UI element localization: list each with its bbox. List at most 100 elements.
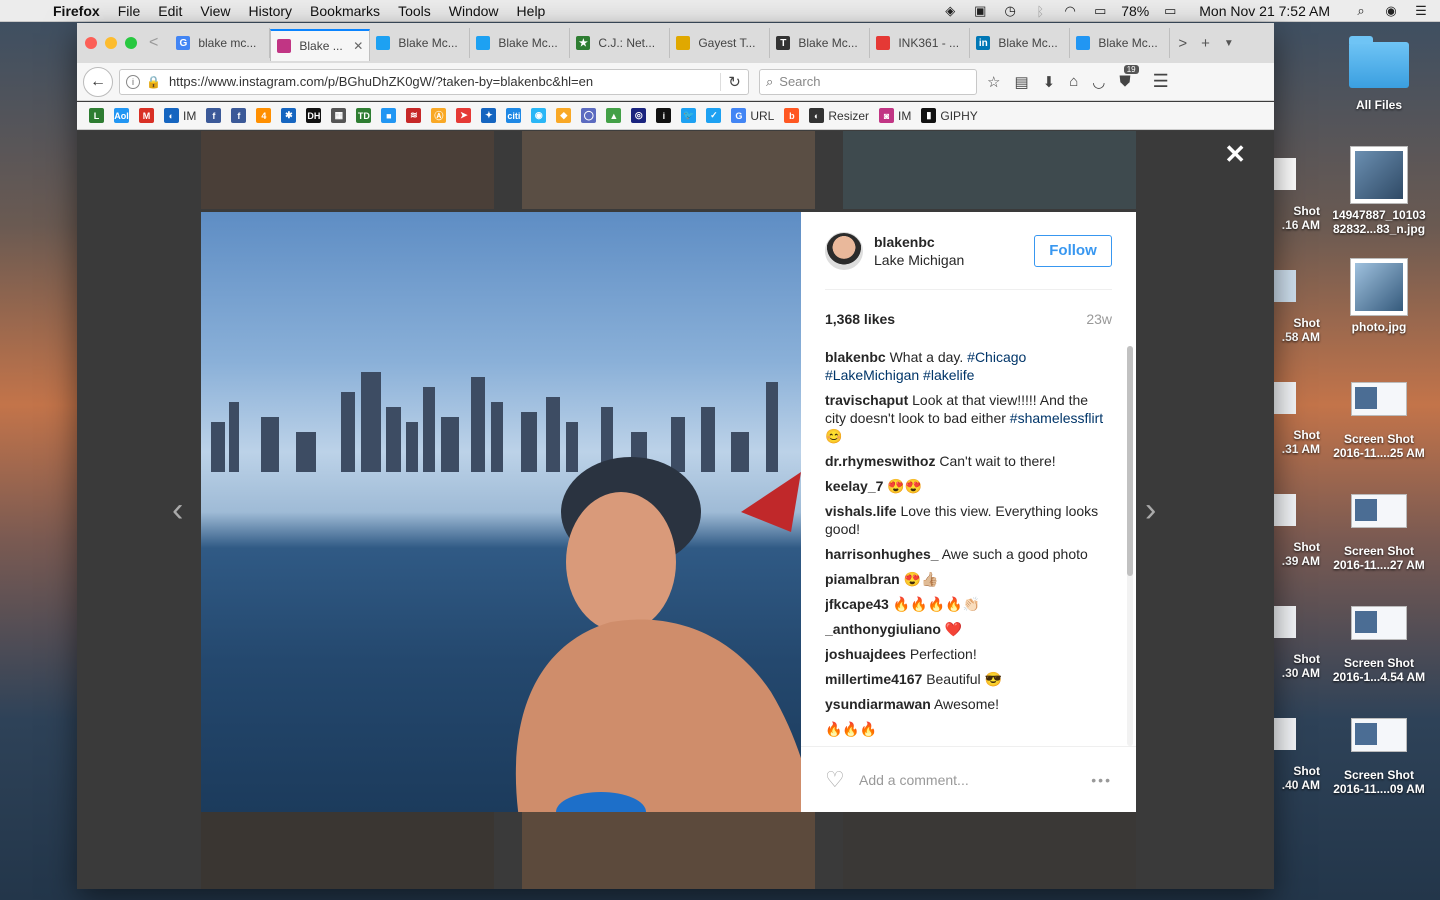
bookmark-item[interactable]: ▦: [331, 108, 347, 123]
bookmark-item[interactable]: L: [89, 108, 104, 123]
bookmark-item[interactable]: Aol: [114, 108, 129, 123]
comment-author[interactable]: blakenbc: [825, 349, 886, 365]
bookmark-item[interactable]: ≋: [406, 108, 422, 123]
bookmark-item[interactable]: citi: [506, 108, 522, 123]
grid-photo[interactable]: [522, 131, 815, 209]
reading-list-icon[interactable]: ▤: [1014, 73, 1028, 91]
desktop-file[interactable]: Screen Shot 2016-11....25 AM: [1324, 370, 1434, 460]
menu-tools[interactable]: Tools: [389, 3, 440, 19]
browser-tab[interactable]: INK361 - ...: [870, 28, 971, 58]
bookmark-item[interactable]: M: [139, 108, 154, 123]
desktop-folder-all-files[interactable]: All Files: [1324, 36, 1434, 112]
scrollbar-thumb[interactable]: [1127, 346, 1133, 576]
comment-author[interactable]: _anthonygiuliano: [825, 621, 941, 637]
bookmark-item[interactable]: G URL: [731, 108, 774, 123]
add-comment-input[interactable]: Add a comment...: [859, 772, 969, 788]
bookmark-item[interactable]: 4: [256, 108, 272, 123]
tab-scroll-right-icon[interactable]: >: [1178, 35, 1187, 52]
notification-center-icon[interactable]: ☰: [1412, 3, 1430, 18]
menu-help[interactable]: Help: [508, 3, 555, 19]
comment-author[interactable]: vishals.life: [825, 503, 897, 519]
menu-history[interactable]: History: [239, 3, 301, 19]
comments-scrollbar[interactable]: [1127, 346, 1133, 746]
post-username[interactable]: blakenbc: [874, 234, 964, 250]
bluetooth-icon[interactable]: ᛒ: [1031, 4, 1049, 19]
comment-author[interactable]: dr.rhymeswithoz: [825, 453, 935, 469]
new-tab-button[interactable]: +: [1201, 35, 1210, 52]
menu-view[interactable]: View: [191, 3, 239, 19]
desktop-file[interactable]: Screen Shot 2016-11....09 AM: [1324, 706, 1434, 796]
minimize-window-button[interactable]: [105, 37, 117, 49]
bookmark-item[interactable]: f: [206, 108, 222, 123]
bookmark-item[interactable]: TD: [356, 108, 372, 123]
back-button[interactable]: ←: [83, 66, 113, 97]
browser-tab[interactable]: Blake Mc...: [370, 28, 471, 58]
comment-author[interactable]: travischaput: [825, 392, 908, 408]
grid-photo[interactable]: [201, 812, 494, 889]
bookmark-item[interactable]: ▮ GIPHY: [921, 108, 978, 123]
time-machine-icon[interactable]: ◷: [1001, 3, 1019, 18]
tab-list-dropdown-icon[interactable]: ▼: [1224, 38, 1234, 49]
bookmark-item[interactable]: ✱: [281, 108, 297, 123]
close-tab-icon[interactable]: ✕: [353, 39, 363, 53]
bookmark-star-icon[interactable]: ☆: [987, 73, 1000, 91]
notification-icon[interactable]: ▣: [971, 3, 989, 18]
battery-icon[interactable]: ▭: [1161, 3, 1179, 18]
bookmark-item[interactable]: ➤: [456, 108, 472, 123]
comment-author[interactable]: joshuajdees: [825, 646, 906, 662]
more-options-icon[interactable]: •••: [1091, 772, 1112, 788]
pocket-icon[interactable]: ◡: [1092, 73, 1105, 91]
bookmark-item[interactable]: ■: [381, 108, 397, 123]
menu-edit[interactable]: Edit: [149, 3, 191, 19]
bookmark-item[interactable]: Ⓐ: [431, 108, 447, 123]
bookmark-item[interactable]: ✦: [481, 108, 497, 123]
bookmark-item[interactable]: ◐ IM: [164, 108, 196, 123]
grid-photo[interactable]: [843, 131, 1136, 209]
browser-tab[interactable]: Blake Mc...: [470, 28, 571, 58]
browser-tab[interactable]: Gblake mc...: [170, 28, 271, 58]
bookmark-item[interactable]: ◉: [531, 108, 547, 123]
comment-author[interactable]: jfkcape43: [825, 596, 889, 612]
tab-scroll-left-icon[interactable]: <: [149, 34, 158, 52]
downloads-icon[interactable]: ⬇: [1043, 73, 1056, 91]
menu-file[interactable]: File: [109, 3, 150, 19]
comment-author[interactable]: harrisonhughes_: [825, 546, 939, 562]
dropbox-icon[interactable]: ◈: [941, 3, 959, 18]
home-icon[interactable]: ⌂: [1069, 73, 1078, 90]
bookmark-item[interactable]: f: [231, 108, 247, 123]
browser-tab[interactable]: in Blake Mc...: [970, 28, 1071, 58]
post-age[interactable]: 23w: [1086, 311, 1112, 327]
url-bar[interactable]: i 🔒 https://www.instagram.com/p/BGhuDhZK…: [119, 68, 749, 95]
comment-author[interactable]: millertime4167: [825, 671, 922, 687]
bookmark-item[interactable]: b: [784, 108, 800, 123]
follow-button[interactable]: Follow: [1034, 234, 1112, 267]
comment-author[interactable]: piamalbran: [825, 571, 900, 587]
desktop-file[interactable]: 14947887_10103 82832...83_n.jpg: [1324, 146, 1434, 236]
desktop-file[interactable]: photo.jpg: [1324, 258, 1434, 334]
zoom-window-button[interactable]: [125, 37, 137, 49]
airplay-icon[interactable]: ▭: [1091, 3, 1109, 18]
browser-tab[interactable]: T Blake Mc...: [770, 28, 871, 58]
bookmark-item[interactable]: ◎: [631, 108, 647, 123]
ublock-icon[interactable]: ⛊ 19: [1119, 65, 1139, 90]
browser-tab[interactable]: Blake Mc...: [1070, 28, 1171, 58]
bookmark-item[interactable]: i: [656, 108, 672, 123]
bookmark-item[interactable]: ✓: [706, 108, 722, 123]
search-input[interactable]: ⌕ Search: [759, 68, 977, 95]
post-photo[interactable]: [201, 212, 801, 812]
wifi-icon[interactable]: ◠: [1061, 3, 1079, 18]
bookmark-item[interactable]: ◆: [556, 108, 572, 123]
browser-tab[interactable]: Gayest T...: [670, 28, 771, 58]
bookmark-item[interactable]: 🐦: [681, 108, 697, 123]
bookmark-item[interactable]: ▲: [606, 108, 622, 123]
like-heart-icon[interactable]: ♡: [825, 768, 847, 790]
close-window-button[interactable]: [85, 37, 97, 49]
likes-count[interactable]: 1,368 likes: [825, 311, 895, 327]
site-info-icon[interactable]: i: [126, 74, 140, 89]
next-post-arrow-icon[interactable]: ›: [1145, 491, 1156, 530]
menu-window[interactable]: Window: [440, 3, 508, 19]
bookmark-item[interactable]: ◐ Resizer: [809, 108, 869, 123]
reload-icon[interactable]: ↻: [720, 72, 748, 91]
bookmark-item[interactable]: ◙ IM: [879, 108, 911, 123]
comment-author[interactable]: keelay_7: [825, 478, 883, 494]
